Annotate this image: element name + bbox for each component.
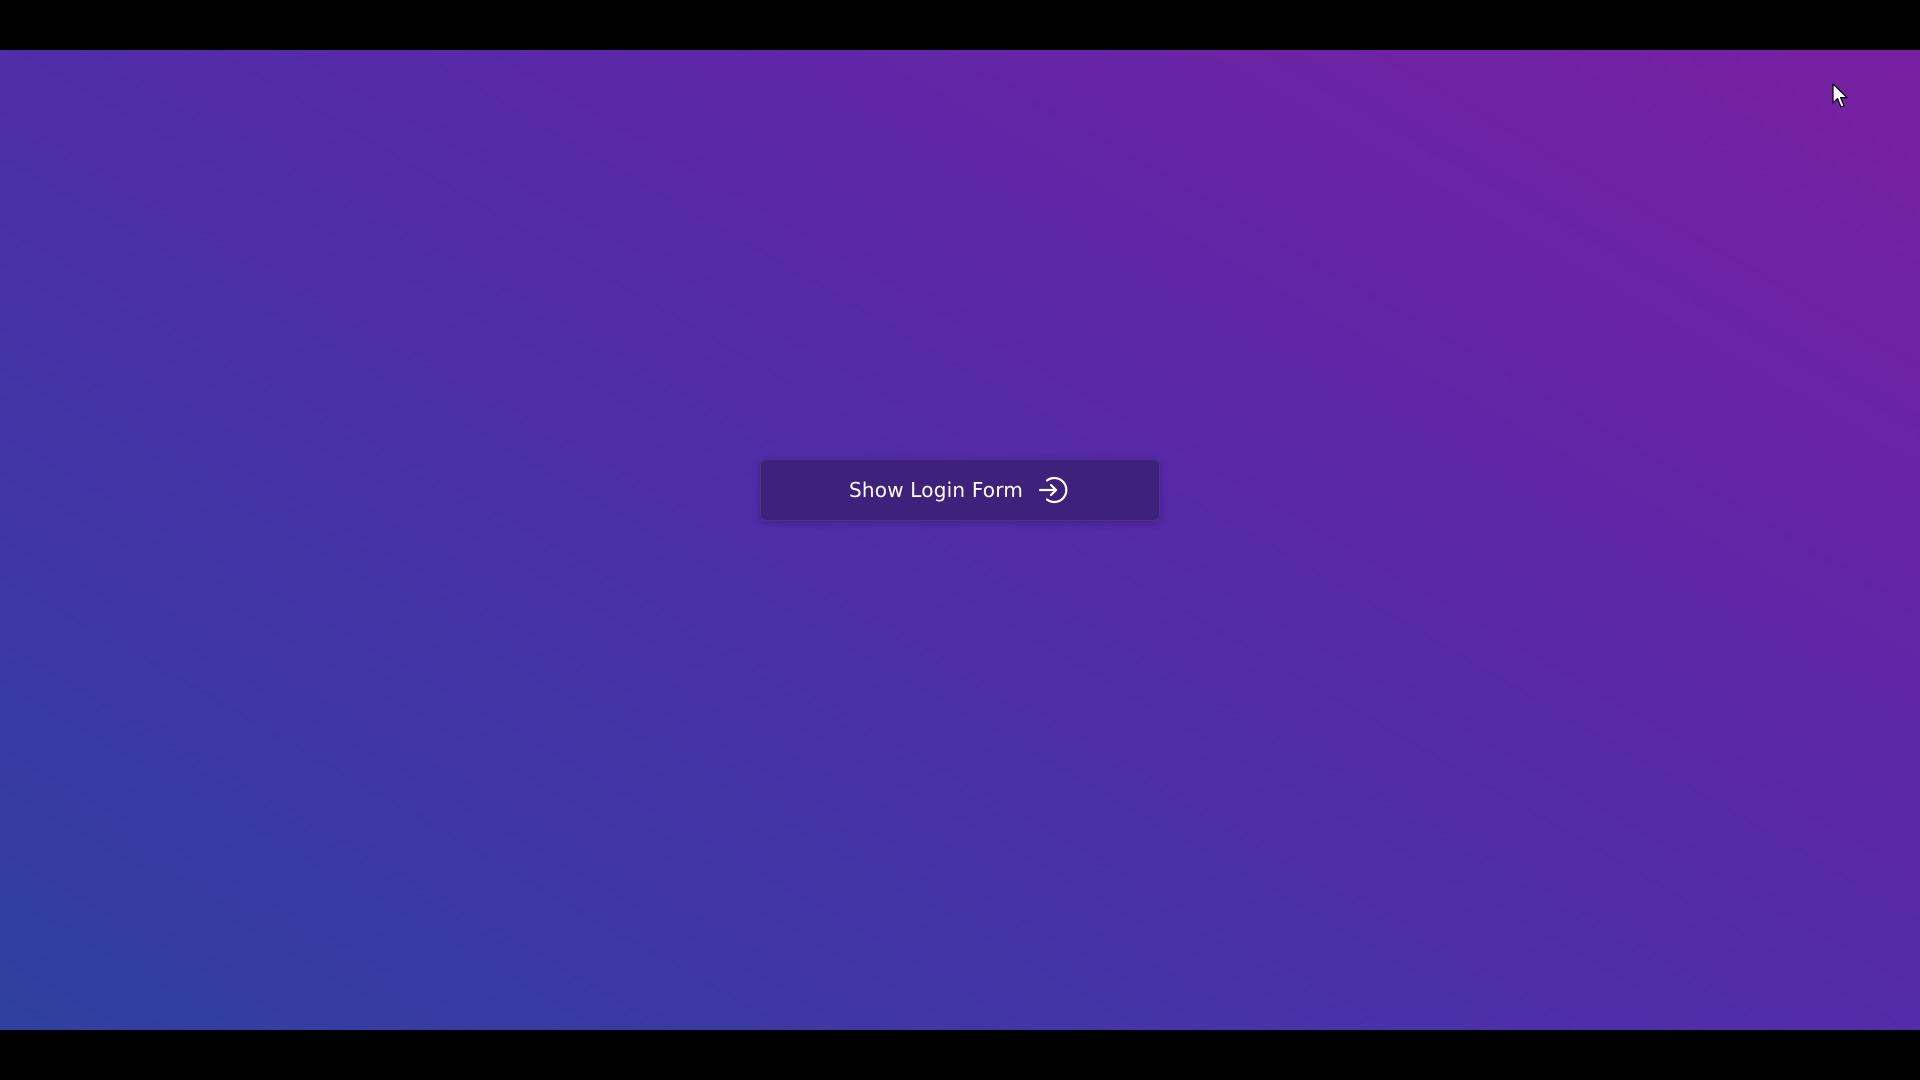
show-login-form-button[interactable]: Show Login Form [760,459,1160,521]
letterbox-bottom [0,1030,1920,1080]
letterbox-top [0,0,1920,50]
mouse-pointer-icon [1832,83,1848,109]
login-arrow-icon [1037,473,1071,507]
screen: Show Login Form [0,0,1920,1080]
show-login-form-label: Show Login Form [848,478,1023,502]
gradient-background [0,50,1920,1030]
